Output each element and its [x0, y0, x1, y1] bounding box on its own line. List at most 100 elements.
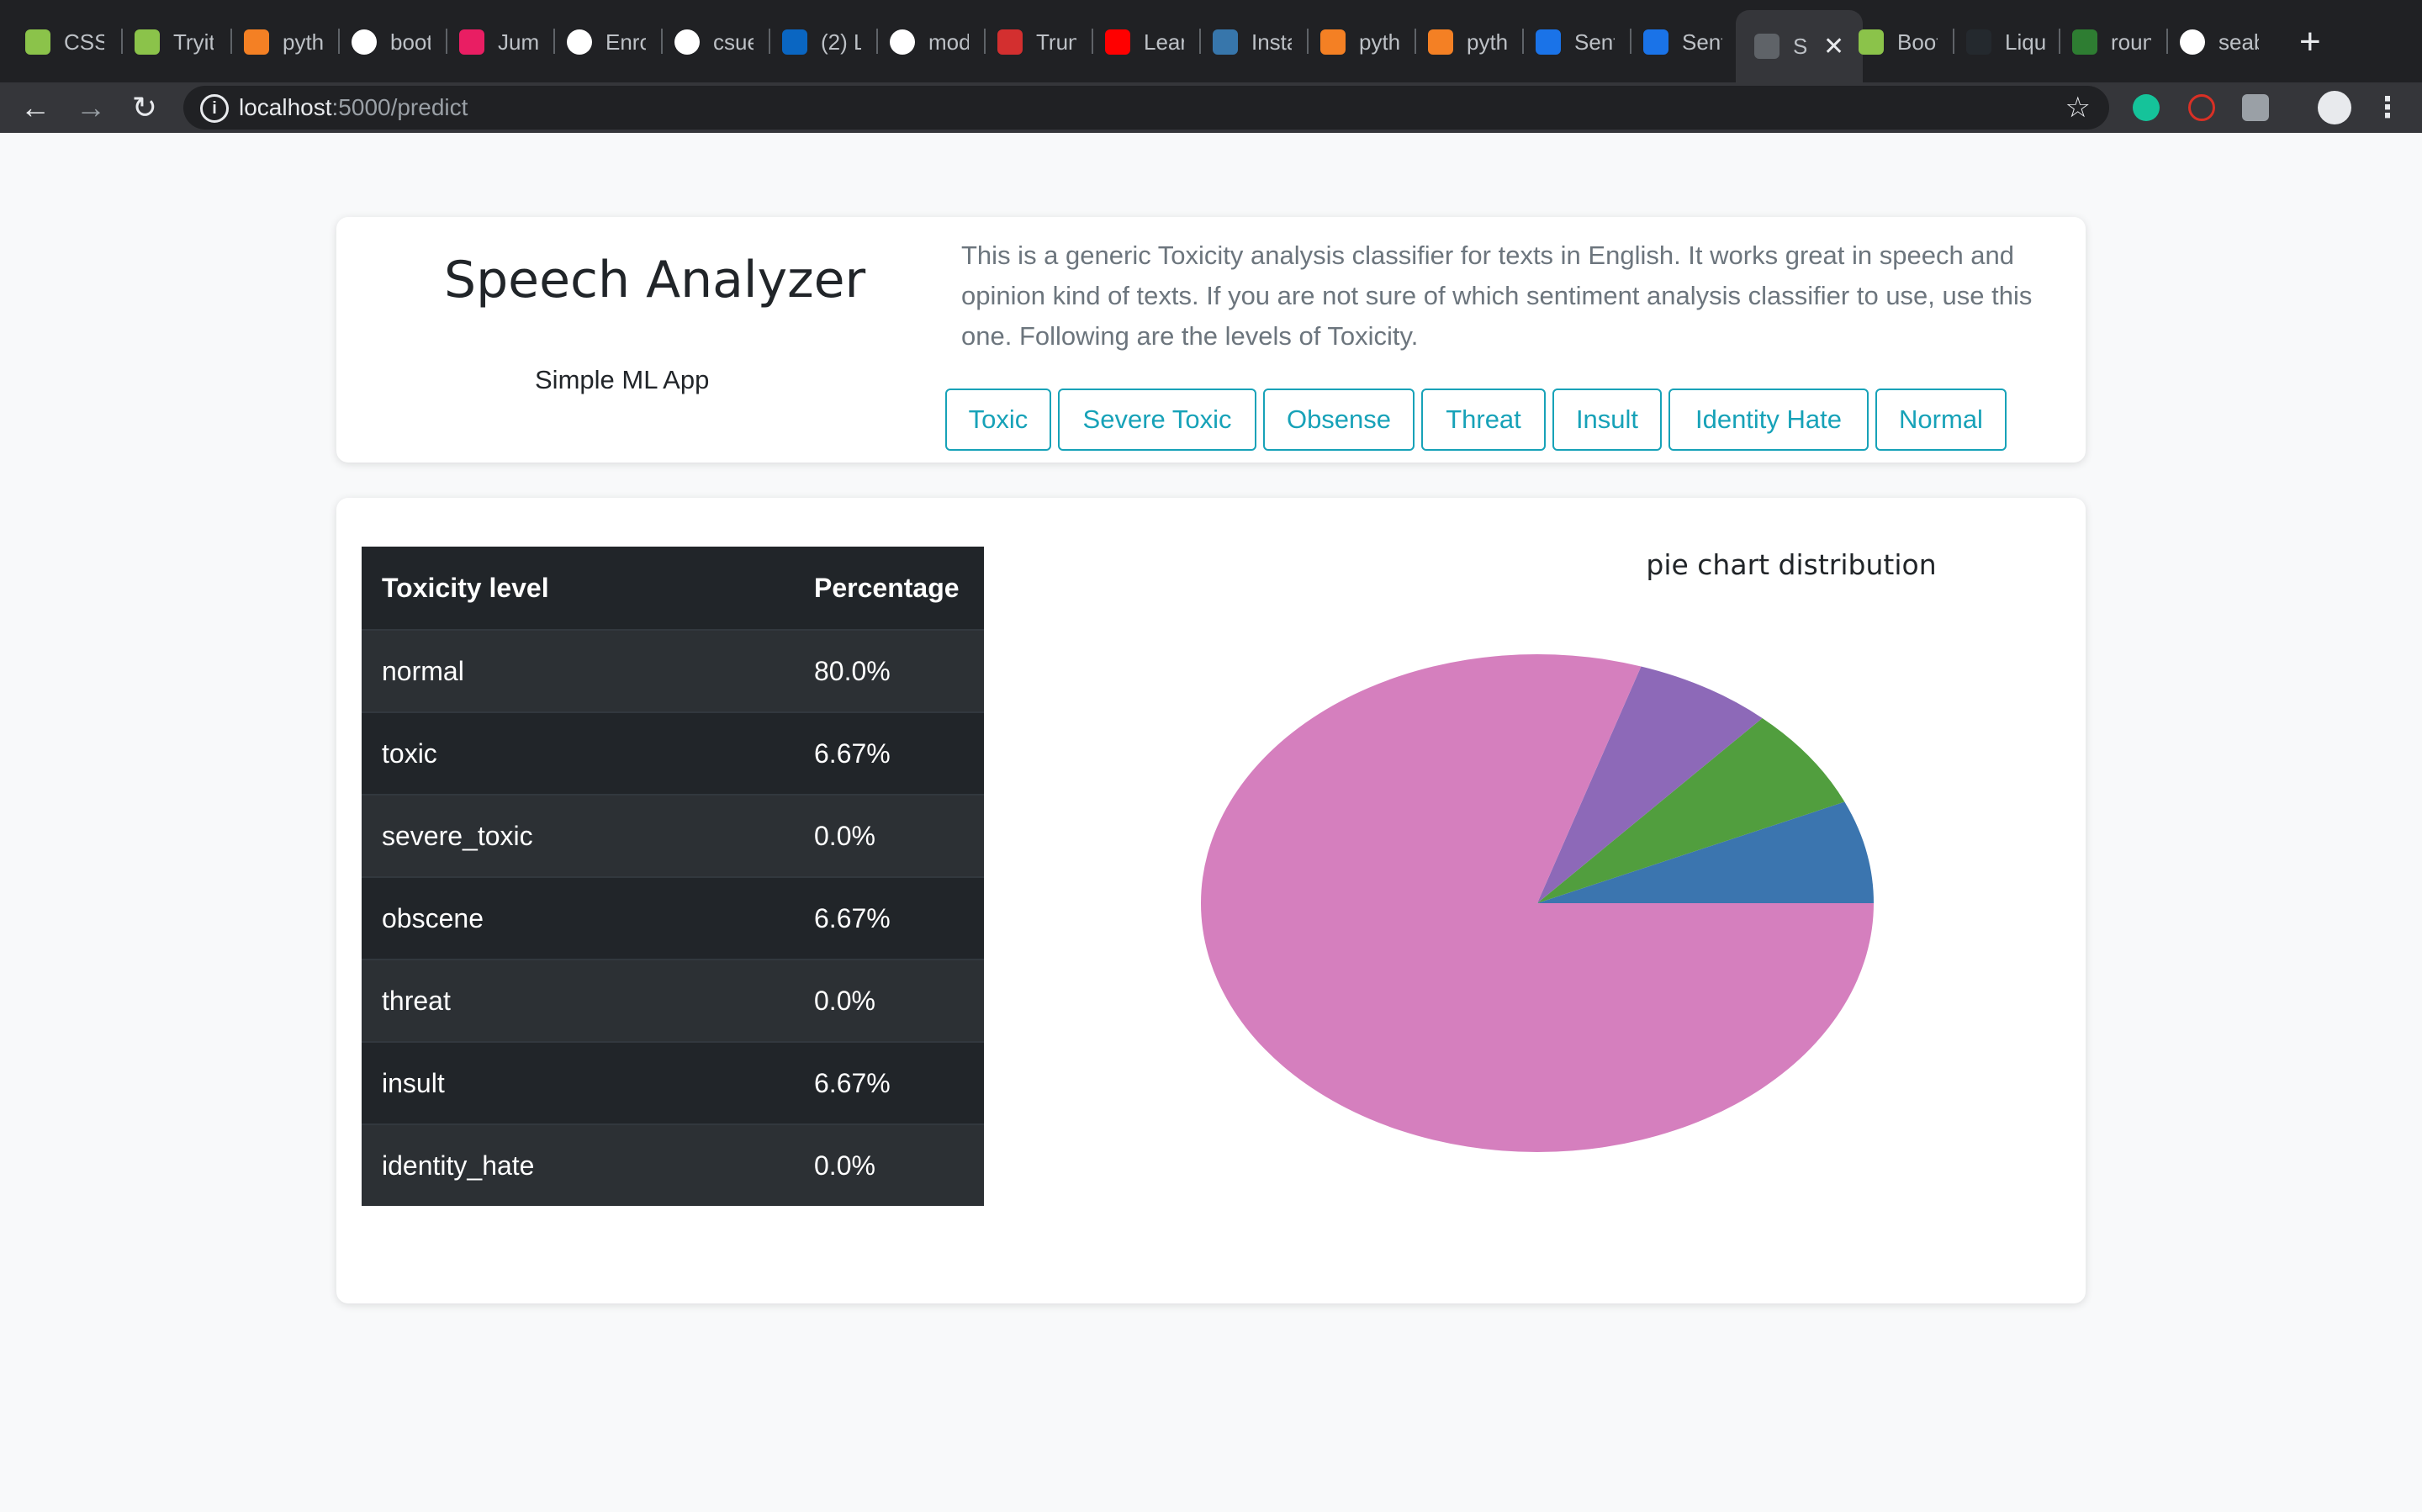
- browser-tab[interactable]: S ✕: [1736, 10, 1864, 82]
- table-row: severe_toxic 0.0%: [362, 794, 984, 877]
- new-tab-button[interactable]: +: [2299, 19, 2321, 66]
- python-icon: [1213, 29, 1238, 55]
- w3schools-icon: [1859, 29, 1884, 55]
- tab-separator: [121, 29, 123, 54]
- chart-title: pie chart distribution: [1646, 548, 1937, 581]
- browser-menu-icon[interactable]: ⋮: [2373, 91, 2402, 124]
- tab-title: roun: [2111, 29, 2151, 55]
- browser-tab[interactable]: csue: [674, 17, 754, 67]
- tab-title: Liqu: [2005, 29, 2045, 55]
- tab-separator: [769, 29, 770, 54]
- stackoverflow-icon: [244, 29, 269, 55]
- close-tab-icon[interactable]: ✕: [1823, 32, 1844, 61]
- trun-icon: [997, 29, 1023, 55]
- toxicity-level-button[interactable]: Threat: [1421, 389, 1546, 451]
- blocked-extension-icon[interactable]: [2188, 94, 2215, 121]
- table-header-row: Toxicity level Percentage: [362, 547, 984, 631]
- globe-icon: [1754, 34, 1779, 59]
- browser-tab[interactable]: boot: [352, 17, 431, 67]
- tab-title: mod: [928, 29, 969, 55]
- tab-separator: [338, 29, 340, 54]
- bookmark-star-icon[interactable]: ☆: [2065, 91, 2091, 124]
- table-row: toxic 6.67%: [362, 711, 984, 795]
- address-bar[interactable]: i localhost:5000/predict ☆: [183, 86, 2109, 130]
- percentage-cell: 6.67%: [794, 1041, 984, 1124]
- page-subtitle: Simple ML App: [535, 365, 710, 394]
- toxicity-level-cell: insult: [362, 1041, 794, 1124]
- table-row: obscene 6.67%: [362, 876, 984, 960]
- tab-strip: CSS Tryit pyth boot Jum Enro csue (2) L mod Trun L…: [0, 0, 2422, 82]
- extension-icon[interactable]: [2242, 94, 2269, 121]
- toxicity-level-button[interactable]: Toxic: [945, 389, 1051, 451]
- tab-title: Jum: [498, 29, 538, 55]
- pie-chart: [1201, 654, 1874, 1152]
- profile-avatar-icon[interactable]: [2318, 91, 2351, 124]
- google-icon: [890, 29, 915, 55]
- tab-title: seab: [2218, 29, 2259, 55]
- page-title: Speech Analyzer: [444, 251, 866, 309]
- browser-tab[interactable]: CSS: [25, 17, 104, 67]
- tab-title: Trun: [1036, 29, 1076, 55]
- tab-separator: [1092, 29, 1093, 54]
- toxicity-level-button[interactable]: Insult: [1552, 389, 1662, 451]
- table-row: threat 0.0%: [362, 959, 984, 1042]
- browser-tab[interactable]: mod: [890, 17, 969, 67]
- tab-separator: [553, 29, 555, 54]
- browser-tab[interactable]: Jum: [459, 17, 538, 67]
- tab-separator: [1199, 29, 1201, 54]
- browser-tab[interactable]: (2) L: [782, 17, 861, 67]
- toxicity-level-cell: normal: [362, 629, 794, 712]
- browser-tab[interactable]: Tryit: [135, 17, 214, 67]
- tab-separator: [1522, 29, 1524, 54]
- browser-tab[interactable]: seab: [2180, 17, 2259, 67]
- tab-title: Sent: [1682, 29, 1722, 55]
- tab-separator: [1307, 29, 1309, 54]
- browser-tab[interactable]: Lear: [1105, 17, 1184, 67]
- toxicity-level-cell: identity_hate: [362, 1123, 794, 1206]
- toxicity-level-button[interactable]: Identity Hate: [1668, 389, 1869, 451]
- tab-separator: [230, 29, 232, 54]
- table-row: insult 6.67%: [362, 1041, 984, 1124]
- browser-tab[interactable]: pyth: [1428, 17, 1507, 67]
- tab-title: Enro: [606, 29, 646, 55]
- percentage-cell: 6.67%: [794, 711, 984, 795]
- dg-icon: [2072, 29, 2097, 55]
- reload-icon[interactable]: ↻: [119, 82, 170, 133]
- w3schools-icon: [135, 29, 160, 55]
- tab-title: pyth: [283, 29, 323, 55]
- tab-title: csue: [713, 29, 754, 55]
- w3schools-icon: [25, 29, 50, 55]
- forward-icon[interactable]: →: [66, 82, 116, 133]
- tab-separator: [446, 29, 447, 54]
- google-icon: [352, 29, 377, 55]
- percentage-cell: 0.0%: [794, 794, 984, 877]
- tab-separator: [1953, 29, 1954, 54]
- tab-title: pyth: [1359, 29, 1399, 55]
- browser-tab[interactable]: pyth: [244, 17, 323, 67]
- toxicity-level-button[interactable]: Severe Toxic: [1058, 389, 1256, 451]
- stackoverflow-icon: [1428, 29, 1453, 55]
- browser-tab[interactable]: Sent: [1536, 17, 1615, 67]
- browser-tab[interactable]: Sent: [1643, 17, 1722, 67]
- linkedin-icon: [782, 29, 807, 55]
- toxicity-level-button[interactable]: Obsense: [1263, 389, 1415, 451]
- toxicity-level-cell: threat: [362, 959, 794, 1042]
- browser-tab[interactable]: Boot: [1859, 17, 1938, 67]
- toxicity-level-button[interactable]: Normal: [1875, 389, 2007, 451]
- browser-tab[interactable]: roun: [2072, 17, 2151, 67]
- shield-icon: [1643, 29, 1668, 55]
- google-icon: [2180, 29, 2205, 55]
- site-info-icon[interactable]: i: [200, 94, 229, 123]
- browser-toolbar: ← → ↻ i localhost:5000/predict ☆ ⋮: [0, 82, 2422, 133]
- shield-icon: [1536, 29, 1561, 55]
- percentage-cell: 6.67%: [794, 876, 984, 960]
- browser-tab[interactable]: Liqu: [1966, 17, 2045, 67]
- browser-tab[interactable]: Enro: [567, 17, 646, 67]
- toxicity-table: Toxicity level Percentage normal 80.0% tox…: [362, 547, 984, 1206]
- browser-tab[interactable]: Insta: [1213, 17, 1292, 67]
- browser-tab[interactable]: Trun: [997, 17, 1076, 67]
- url-text[interactable]: localhost:5000/predict: [239, 94, 468, 121]
- back-icon[interactable]: ←: [10, 82, 61, 133]
- grammarly-extension-icon[interactable]: [2133, 94, 2160, 121]
- browser-tab[interactable]: pyth: [1320, 17, 1399, 67]
